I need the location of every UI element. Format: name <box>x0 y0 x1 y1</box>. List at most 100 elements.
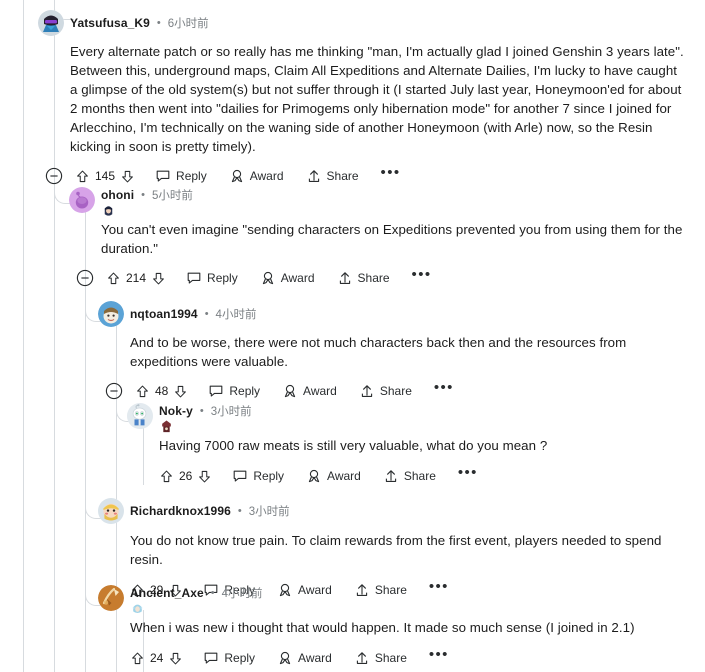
avatar-nok-y[interactable] <box>127 403 153 429</box>
downvote-button[interactable] <box>197 469 212 484</box>
avatar-ohoni[interactable] <box>69 187 95 213</box>
more-options-button[interactable]: ••• <box>429 647 449 665</box>
reply-button[interactable]: Reply <box>186 270 238 286</box>
meta-separator: • <box>199 405 204 417</box>
comment-actions: 145 Reply Award Share ••• <box>45 165 688 187</box>
reply-button[interactable]: Reply <box>203 650 255 666</box>
award-button[interactable]: Award <box>306 468 361 484</box>
award-label: Award <box>249 169 284 183</box>
award-button[interactable]: Award <box>277 650 332 666</box>
comment-header: nqtoan1994 • 4小时前 <box>98 301 688 327</box>
comment-author[interactable]: Nok-y <box>159 404 193 418</box>
vote-group: 24 <box>130 651 183 666</box>
vote-count: 24 <box>150 651 164 665</box>
award-medal-icon <box>231 169 242 183</box>
downvote-button[interactable] <box>173 384 188 399</box>
upvote-button[interactable] <box>159 469 174 484</box>
avatar-nqtoan1994[interactable] <box>98 301 124 327</box>
avatar-ancient-axe[interactable] <box>98 585 124 611</box>
award-label: Award <box>280 271 315 285</box>
avatar-image <box>69 187 95 213</box>
share-upload-icon <box>385 470 396 482</box>
award-medal-icon <box>284 384 296 398</box>
downvote-button[interactable] <box>151 271 166 286</box>
more-options-button[interactable]: ••• <box>434 380 454 398</box>
author-line: ohoni • 5小时前 <box>101 187 193 203</box>
more-options-button[interactable]: ••• <box>458 465 478 483</box>
meta-separator: • <box>210 587 215 599</box>
vote-group: 48 <box>135 384 188 399</box>
collapse-circle-minus-icon <box>76 269 94 287</box>
award-label: Award <box>298 651 332 665</box>
upvote-button[interactable] <box>135 384 150 399</box>
comment-body: You can't even imagine "sending characte… <box>101 222 683 256</box>
upvote-arrow-icon <box>77 170 88 182</box>
comment-body: And to be worse, there were not much cha… <box>130 335 627 369</box>
upvote-arrow-icon <box>161 470 172 482</box>
upvote-button[interactable] <box>75 169 90 184</box>
downvote-arrow-icon <box>170 652 182 664</box>
share-button[interactable]: Share <box>337 270 390 286</box>
author-block: Nok-y • 3小时前 <box>159 403 252 434</box>
upvote-button[interactable] <box>106 271 121 286</box>
avatar-richardknox1996[interactable] <box>98 498 124 524</box>
avatar-image <box>98 498 124 524</box>
share-label: Share <box>403 469 436 483</box>
upvote-button[interactable] <box>130 651 145 666</box>
collapse-circle-minus-icon <box>105 382 123 400</box>
share-button[interactable]: Share <box>383 468 436 484</box>
comment-header: Nok-y • 3小时前 <box>127 403 687 433</box>
comment-body: You do not know true pain. To claim rewa… <box>130 533 662 567</box>
avatar-image <box>127 403 153 429</box>
collapse-button[interactable] <box>76 269 94 287</box>
comment-bubble-icon <box>210 385 223 397</box>
share-button[interactable]: Share <box>354 650 407 666</box>
avatar-image <box>38 10 64 36</box>
comment-bubble-icon <box>187 272 201 284</box>
comment-timestamp: 6小时前 <box>167 18 209 30</box>
downvote-button[interactable] <box>168 651 183 666</box>
more-options-button[interactable]: ••• <box>412 267 432 285</box>
reply-button[interactable]: Reply <box>232 468 284 484</box>
award-button[interactable]: Award <box>282 383 337 399</box>
comment-author[interactable]: Yatsufusa_K9 <box>70 16 150 30</box>
comment-body: When i was new i thought that would happ… <box>130 620 635 635</box>
comment-bubble-icon <box>234 470 247 482</box>
comment-timestamp: 3小时前 <box>248 506 290 518</box>
vote-count: 48 <box>155 384 169 398</box>
share-button[interactable]: Share <box>306 168 359 184</box>
comment-body: Having 7000 raw meats is still very valu… <box>159 438 548 453</box>
comment-timestamp: 4小时前 <box>215 309 257 321</box>
share-label: Share <box>374 651 407 665</box>
comment-actions: 214 Reply Award Share ••• <box>76 267 689 289</box>
comment-item: nqtoan1994 • 4小时前 And to be worse, there… <box>98 301 688 402</box>
reply-button[interactable]: Reply <box>155 168 207 184</box>
downvote-arrow-icon <box>175 385 187 397</box>
meta-separator: • <box>237 505 242 517</box>
avatar-yatsufusa-k9[interactable] <box>38 10 64 36</box>
comment-author[interactable]: ohoni <box>101 188 134 202</box>
award-button[interactable]: Award <box>260 270 315 286</box>
share-label: Share <box>379 384 412 398</box>
award-button[interactable]: Award <box>229 168 284 184</box>
avatar-image <box>98 301 124 327</box>
share-button[interactable]: Share <box>359 383 412 399</box>
award-medal-icon <box>262 271 273 285</box>
share-label: Share <box>357 271 390 285</box>
comment-author[interactable]: nqtoan1994 <box>130 307 198 321</box>
comment-author[interactable]: Ancient_Axe <box>130 586 204 600</box>
collapse-button[interactable] <box>45 167 63 185</box>
vote-count: 26 <box>179 469 193 483</box>
award-medal-icon <box>279 651 291 665</box>
author-line: Ancient_Axe • 4小时前 <box>130 585 263 601</box>
reply-button[interactable]: Reply <box>208 383 260 399</box>
vote-group: 145 <box>75 169 135 184</box>
more-options-button[interactable]: ••• <box>381 165 401 183</box>
comment-timestamp: 5小时前 <box>152 190 193 202</box>
comment-body: Every alternate patch or so really has m… <box>70 44 684 154</box>
reply-label: Reply <box>224 651 256 665</box>
downvote-button[interactable] <box>120 169 135 184</box>
collapse-button[interactable] <box>105 382 123 400</box>
upvote-arrow-icon <box>137 385 148 397</box>
comment-author[interactable]: Richardknox1996 <box>130 504 231 518</box>
